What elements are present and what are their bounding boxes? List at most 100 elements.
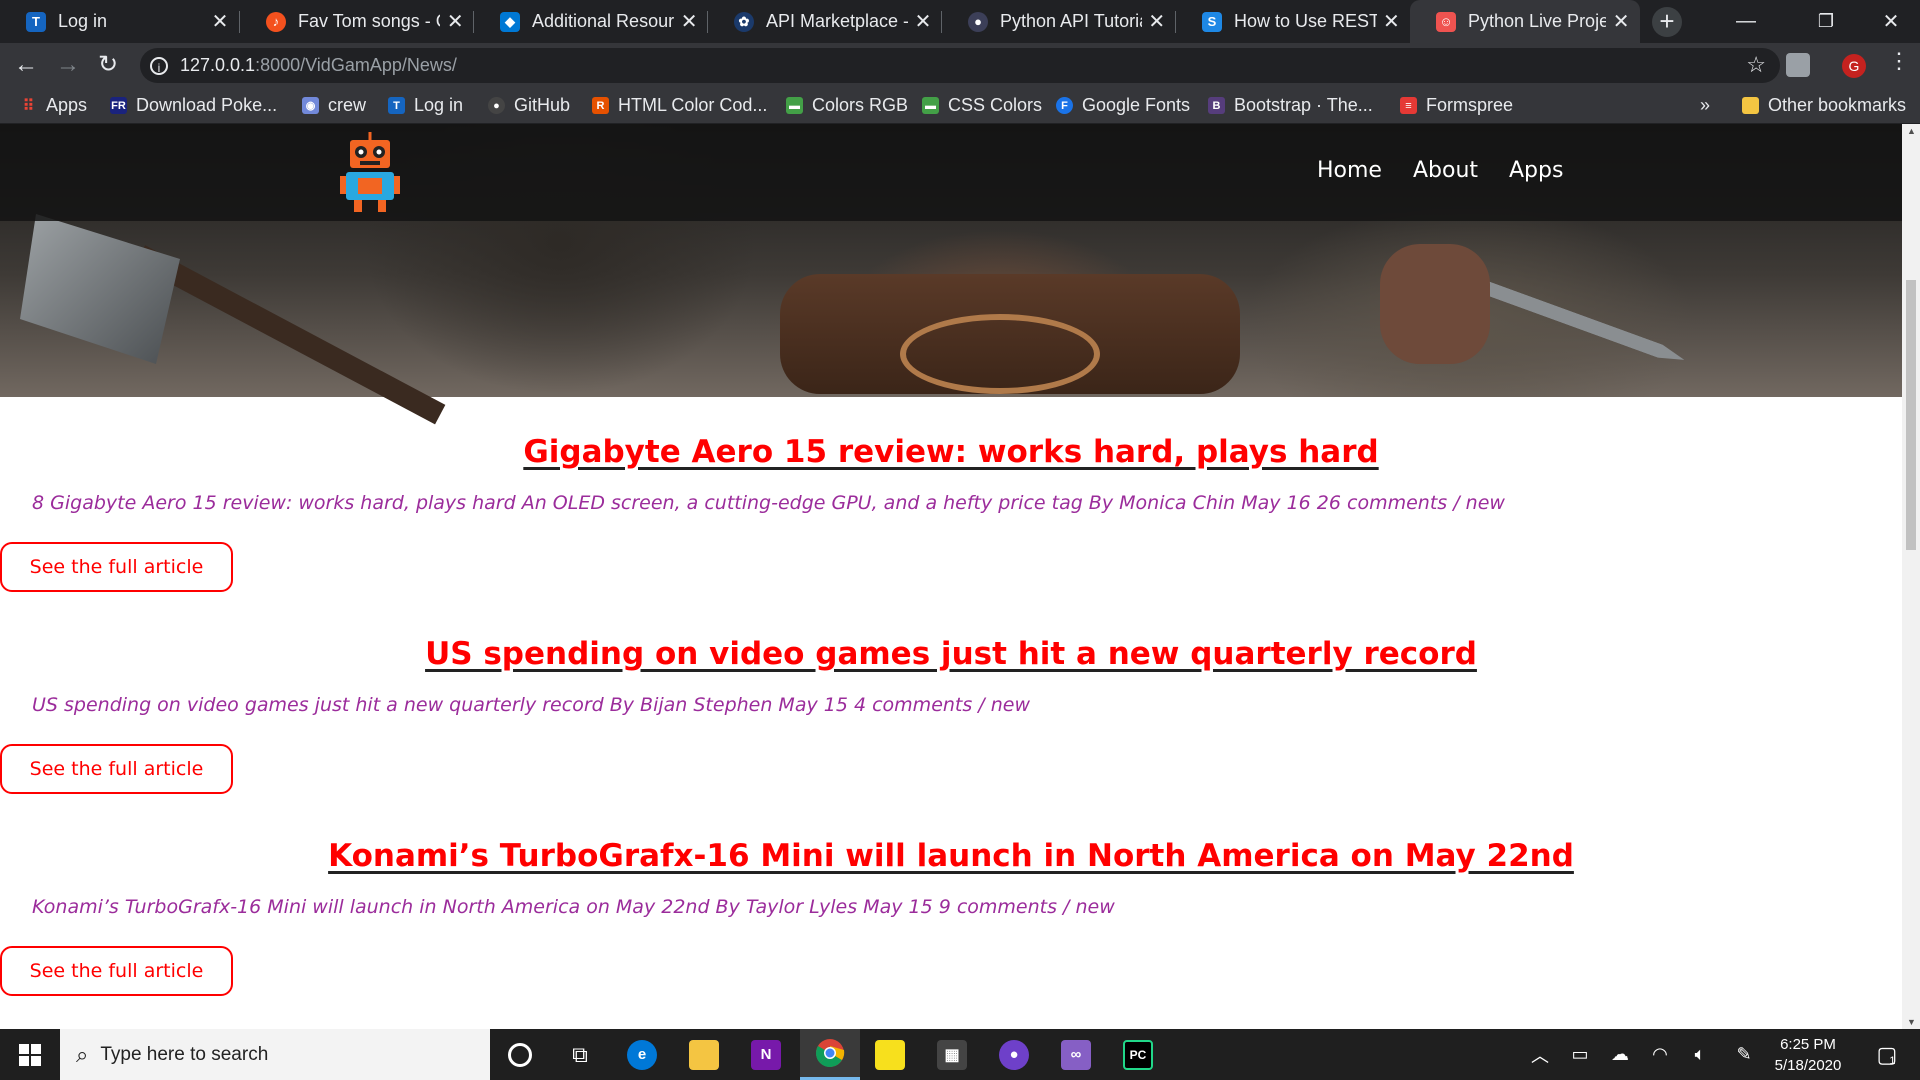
bookmark-github[interactable]: ● GitHub: [488, 88, 570, 123]
belt-knot: [900, 314, 1100, 394]
back-icon[interactable]: ←: [10, 49, 42, 81]
bookmark-crew[interactable]: ◉ crew: [302, 88, 366, 123]
close-tab-icon[interactable]: ✕: [680, 9, 698, 34]
close-tab-icon[interactable]: ✕: [446, 9, 464, 34]
tab-additional-resources[interactable]: ◆ Additional Resource ✕: [474, 0, 708, 43]
cortana-ring: [508, 1042, 532, 1067]
chrome-logo: [816, 1039, 845, 1068]
close-tab-icon[interactable]: ✕: [1383, 9, 1400, 34]
tab-python-api-tutorial[interactable]: ● Python API Tutorial ✕: [942, 0, 1176, 43]
bookmark-label: Formspree: [1426, 95, 1514, 115]
axe-handle: [134, 245, 446, 425]
notifications-icon[interactable]: ▢ 1: [1866, 1029, 1906, 1080]
file-explorer-icon[interactable]: [674, 1029, 734, 1080]
close-tab-icon[interactable]: ✕: [1148, 9, 1166, 34]
bookmark-log-in[interactable]: T Log in: [388, 88, 463, 123]
bookmark-css-colors[interactable]: ▬ CSS Colors: [922, 88, 1042, 123]
bookmark-google-fonts[interactable]: F Google Fonts: [1056, 88, 1190, 123]
bookmark-formspree[interactable]: ≡ Formspree: [1400, 88, 1513, 123]
clock-date: 5/18/2020: [1774, 1057, 1842, 1074]
url-path: :8000/VidGamApp/News/: [255, 55, 457, 75]
show-hidden-icons-icon[interactable]: ︿: [1524, 1029, 1556, 1080]
see-full-article-button[interactable]: See the full article: [0, 946, 233, 996]
bookmark-apps[interactable]: ⠿ Apps: [20, 88, 87, 123]
tab-title: Additional Resource: [532, 11, 675, 31]
task-view-icon[interactable]: ⧉: [550, 1029, 610, 1080]
bookmark-html-color-codes[interactable]: R HTML Color Cod...: [592, 88, 767, 123]
page-scrollbar[interactable]: ▲ ▼: [1902, 124, 1920, 1029]
bookmark-colors-rgb[interactable]: ▬ Colors RGB: [786, 88, 908, 123]
forward-icon[interactable]: →: [52, 49, 84, 81]
address-bar[interactable]: i 127.0.0.1:8000/VidGamApp/News/ ☆: [140, 48, 1780, 83]
site-info-icon[interactable]: i: [150, 56, 168, 75]
close-tab-icon[interactable]: ✕: [1612, 9, 1630, 34]
bookmark-label: Google Fonts: [1082, 95, 1191, 115]
reload-icon[interactable]: ↻: [92, 49, 124, 81]
bookmark-bootstrap[interactable]: B Bootstrap · The...: [1208, 88, 1373, 123]
fr-icon: FR: [110, 97, 127, 114]
tab-title: Python Live Project: [1468, 11, 1607, 31]
rgb-icon: ▬: [922, 97, 939, 114]
chrome-icon[interactable]: [800, 1029, 860, 1080]
start-button[interactable]: [0, 1029, 60, 1080]
github-icon: ●: [488, 97, 505, 114]
chrome-menu-icon[interactable]: ⋮: [1888, 48, 1910, 74]
cortana-icon[interactable]: [490, 1029, 550, 1080]
nav-home-link[interactable]: Home: [1317, 158, 1382, 183]
extension-icon[interactable]: [1786, 53, 1810, 77]
tab-fav-tom-songs[interactable]: ♪ Fav Tom songs - Go ✕: [240, 0, 474, 43]
sticky-notes-icon[interactable]: [860, 1029, 920, 1080]
onenote-icon[interactable]: N: [736, 1029, 796, 1080]
onedrive-icon[interactable]: ☁: [1604, 1029, 1636, 1080]
battery-icon[interactable]: ▭: [1564, 1029, 1596, 1080]
taskbar-clock[interactable]: 6:25 PM 5/18/2020: [1758, 1034, 1858, 1076]
bookmarks-bar: ⠿ Apps FR Download Poke... ◉ crew T Log …: [0, 88, 1920, 124]
article-title-link[interactable]: US spending on video games just hit a ne…: [425, 636, 1477, 672]
tab-title: Fav Tom songs - Go: [298, 11, 440, 31]
restore-button[interactable]: ❐: [1786, 0, 1866, 43]
tab-restful[interactable]: S How to Use RESTful ✕: [1176, 0, 1410, 43]
pycharm-icon[interactable]: PC: [1108, 1029, 1168, 1080]
visual-studio-icon[interactable]: ∞: [1046, 1029, 1106, 1080]
bookmark-label: Bootstrap · The...: [1234, 95, 1373, 115]
azure-favicon-icon: ◆: [500, 11, 520, 32]
tab-python-live-project[interactable]: ☺ Python Live Project ✕: [1410, 0, 1640, 43]
address-url[interactable]: 127.0.0.1:8000/VidGamApp/News/: [180, 55, 457, 76]
r-icon: R: [592, 97, 609, 114]
close-tab-icon[interactable]: ✕: [914, 9, 932, 34]
bookmark-download-poke[interactable]: FR Download Poke...: [110, 88, 277, 123]
github-desktop-icon[interactable]: ●: [984, 1029, 1044, 1080]
scrollbar-thumb[interactable]: [1906, 280, 1916, 550]
nav-about-link[interactable]: About: [1413, 158, 1478, 183]
article-title-link[interactable]: Gigabyte Aero 15 review: works hard, pla…: [523, 434, 1378, 470]
new-tab-button[interactable]: +: [1652, 7, 1682, 37]
edge-icon[interactable]: e: [612, 1029, 672, 1080]
profile-avatar[interactable]: G: [1842, 54, 1866, 78]
taskbar-search-box[interactable]: ⌕ Type here to search: [60, 1029, 490, 1080]
scroll-up-arrow-icon[interactable]: ▲: [1907, 126, 1916, 136]
more-bookmarks-button[interactable]: »: [1700, 88, 1710, 123]
close-window-button[interactable]: ✕: [1862, 0, 1920, 43]
minimize-button[interactable]: —: [1706, 0, 1786, 43]
music-favicon-icon: ♪: [266, 11, 286, 32]
pen-icon[interactable]: ✎: [1728, 1029, 1760, 1080]
warrior-fist: [1380, 244, 1490, 364]
wifi-icon[interactable]: ◠: [1644, 1029, 1676, 1080]
calculator-icon[interactable]: ▦: [922, 1029, 982, 1080]
url-host: 127.0.0.1: [180, 55, 256, 75]
robot-logo-icon[interactable]: [340, 132, 400, 212]
web-page: Home About Apps Gigabyte Aero 15 review:…: [0, 124, 1902, 1029]
scroll-down-arrow-icon[interactable]: ▼: [1907, 1017, 1916, 1027]
article-title-link[interactable]: Konami’s TurboGrafx-16 Mini will launch …: [328, 838, 1574, 874]
nav-apps-link[interactable]: Apps: [1509, 158, 1563, 183]
close-tab-icon[interactable]: ✕: [210, 9, 230, 34]
bootstrap-icon: B: [1208, 97, 1225, 114]
bookmark-star-icon[interactable]: ☆: [1746, 52, 1766, 78]
tab-api-marketplace[interactable]: ✿ API Marketplace - F ✕: [708, 0, 942, 43]
other-bookmarks-folder[interactable]: Other bookmarks: [1742, 88, 1906, 123]
discord-icon: ◉: [302, 97, 319, 114]
see-full-article-button[interactable]: See the full article: [0, 744, 233, 794]
tab-log-in[interactable]: T Log in ✕: [0, 0, 240, 43]
volume-icon[interactable]: 🔈︎: [1684, 1029, 1716, 1080]
see-full-article-button[interactable]: See the full article: [0, 542, 233, 592]
